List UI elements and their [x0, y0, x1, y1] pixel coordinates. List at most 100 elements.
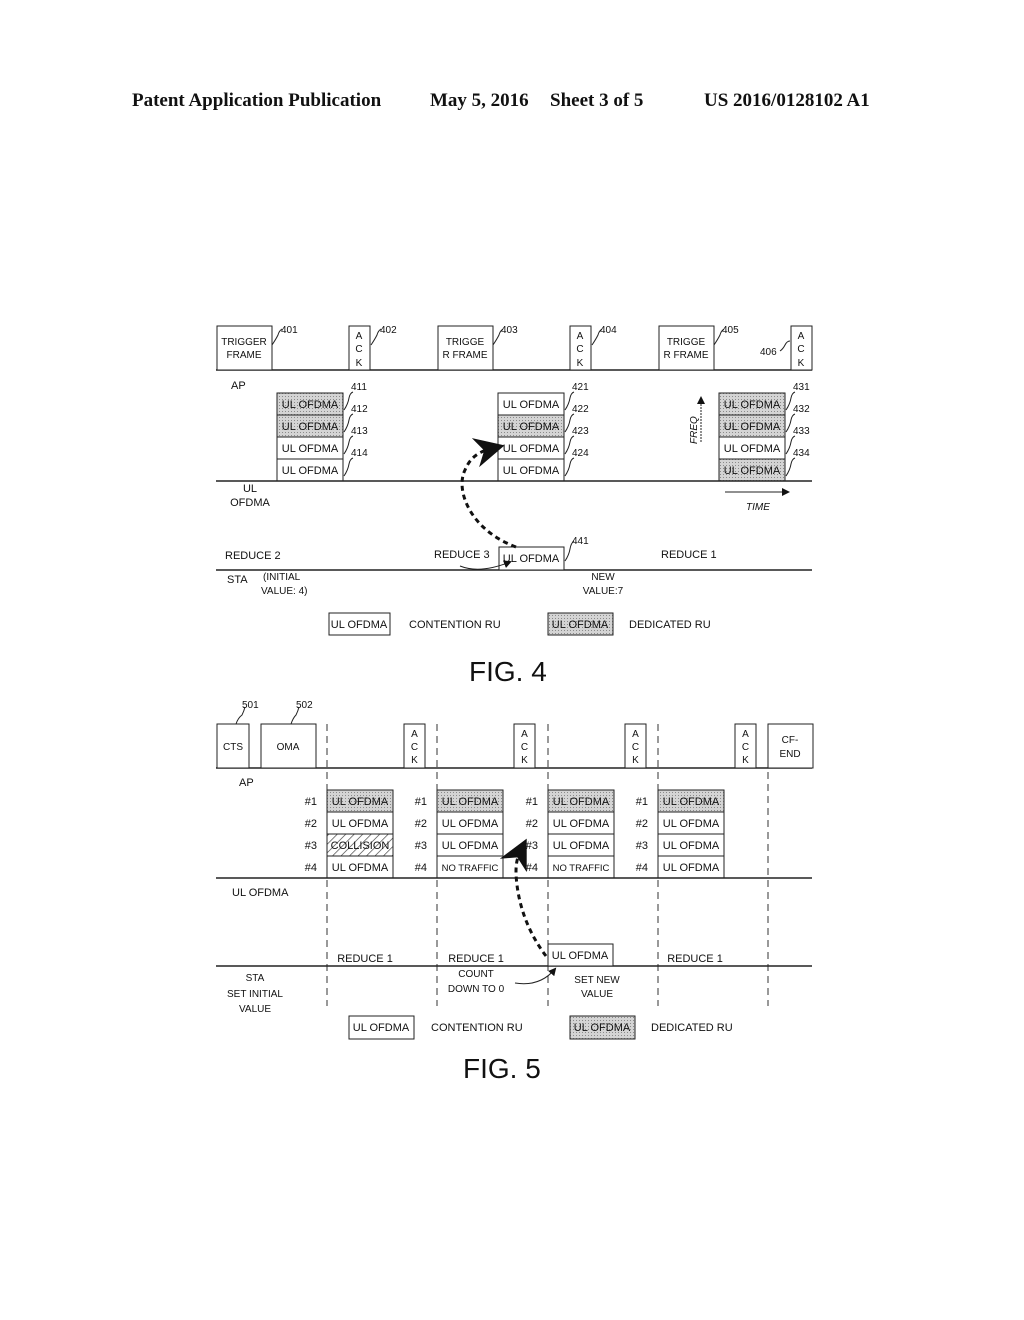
ref-number: 413 — [351, 426, 368, 437]
reduce-1-label: REDUCE 1 — [661, 549, 717, 561]
ref-number: 502 — [296, 700, 313, 711]
ref-number: 402 — [380, 325, 397, 336]
ru-label: UL OFDMA — [503, 465, 560, 477]
ru-index: #4 — [526, 862, 538, 874]
ru-label: UL OFDMA — [442, 796, 499, 808]
legend-swatch-label: UL OFDMA — [331, 619, 388, 631]
leader-line — [564, 457, 575, 477]
sta-label: STA — [227, 574, 248, 586]
ul-label: UL OFDMA — [232, 887, 289, 899]
ru-index: #2 — [636, 818, 648, 830]
ru-index: #1 — [636, 796, 648, 808]
ru-label: UL OFDMA — [332, 818, 389, 830]
ru-stack: UL OFDMA 431 UL OFDMA 432 UL OFDMA 433 UL OFDM… — [718, 382, 810, 482]
time-label: TIME — [746, 502, 770, 513]
ap-label: AP — [239, 777, 254, 789]
frame-label: OMA — [277, 742, 300, 753]
frame-label: CTS — [223, 742, 243, 753]
ru-index: #2 — [305, 818, 317, 830]
ru-label: UL OFDMA — [663, 840, 720, 852]
ack-letter: A — [521, 729, 528, 740]
ru-index: #1 — [305, 796, 317, 808]
set-new-value-label: SET NEW — [574, 975, 620, 986]
ru-label: UL OFDMA — [282, 399, 339, 411]
ru-index: #4 — [415, 862, 427, 874]
frame-label: TRIGGER — [221, 337, 267, 348]
ack-letter: K — [521, 755, 528, 766]
ru-label: UL OFDMA — [663, 862, 720, 874]
ru-stack: UL OFDMA 421 UL OFDMA 422 UL OFDMA 423 UL OFDM… — [497, 382, 589, 482]
ap-label: AP — [231, 380, 246, 392]
ref-number: 405 — [722, 325, 739, 336]
initial-value-label: (INITIAL — [263, 572, 301, 583]
ru-index: #3 — [526, 840, 538, 852]
ru-label: UL OFDMA — [663, 818, 720, 830]
ack-letter: C — [797, 344, 804, 355]
cts-frame-501: CTS 501 — [216, 700, 259, 769]
legend-dedicated-label: DEDICATED RU — [629, 619, 711, 631]
sta-label: STA — [246, 973, 265, 984]
ru-label: UL OFDMA — [503, 421, 560, 433]
ru-label: UL OFDMA — [724, 421, 781, 433]
ack-frames: ACKACKACKACK — [403, 723, 757, 769]
ack-letter: A — [411, 729, 418, 740]
leader-line — [343, 457, 354, 477]
ack-letter: A — [577, 331, 584, 342]
trigger-frame-401: TRIGGER FRAME 401 — [216, 325, 298, 371]
frame-label: R FRAME — [443, 350, 488, 361]
ref-number: 403 — [501, 325, 518, 336]
frame-label: TRIGGE — [667, 337, 706, 348]
set-new-value-label: VALUE — [581, 989, 613, 1000]
ru-label: UL OFDMA — [503, 399, 560, 411]
ul-label: OFDMA — [230, 497, 270, 509]
count-down-label: DOWN TO 0 — [448, 984, 505, 995]
initial-value-label: VALUE: 4) — [261, 586, 308, 597]
ref-number: 414 — [351, 448, 368, 459]
ru-label: UL OFDMA — [503, 443, 560, 455]
legend-dedicated-label: DEDICATED RU — [651, 1022, 733, 1034]
ack-letter: A — [632, 729, 639, 740]
ru-label: UL OFDMA — [663, 796, 720, 808]
fig4-ru-groups: UL OFDMA 411 UL OFDMA 412 UL OFDMA 413 UL OFDM… — [276, 382, 810, 482]
ack-frame-404: A C K 404 — [569, 325, 617, 371]
legend-swatch-label: UL OFDMA — [574, 1022, 631, 1034]
ru-label: UL OFDMA — [553, 840, 610, 852]
ack-letter: K — [632, 755, 639, 766]
ack-letter: K — [411, 755, 418, 766]
ru-index: #1 — [526, 796, 538, 808]
frame-label: R FRAME — [664, 350, 709, 361]
ref-number: 432 — [793, 404, 810, 415]
count-down-arrow — [514, 967, 557, 985]
ru-label: UL OFDMA — [724, 465, 781, 477]
ack-letter: C — [521, 742, 528, 753]
ack-letter: K — [798, 358, 805, 369]
new-value-label: NEW — [591, 572, 615, 583]
ack-letter: C — [355, 344, 362, 355]
ru-index: #1 — [415, 796, 427, 808]
ack-letter: K — [356, 358, 363, 369]
frame-label: END — [779, 749, 800, 760]
ru-index: #3 — [636, 840, 648, 852]
ru-label: UL OFDMA — [552, 950, 609, 962]
count-down-label: COUNT — [458, 969, 494, 980]
legend-swatch-label: UL OFDMA — [353, 1022, 410, 1034]
freq-label: FREQ — [689, 416, 700, 444]
ack-letter: C — [576, 344, 583, 355]
ref-number: 434 — [793, 448, 810, 459]
ack-letter: C — [411, 742, 418, 753]
oma-frame-502: OMA 502 — [260, 700, 317, 769]
ref-number: 421 — [572, 382, 589, 393]
sta-ru: UL OFDMA — [547, 943, 614, 967]
legend-swatch-label: UL OFDMA — [552, 619, 609, 631]
new-value-label: VALUE:7 — [583, 586, 624, 597]
ul-label: UL — [243, 483, 257, 495]
ru-label: UL OFDMA — [724, 443, 781, 455]
fig5: CTS 501 OMA 502 ACKACKACKACK CF- END AP … — [216, 700, 814, 1040]
ack-letter: K — [742, 755, 749, 766]
ru-label: UL OFDMA — [724, 399, 781, 411]
frame-label: CF- — [782, 735, 799, 746]
ru-stack: #1 UL OFDMA #2 UL OFDMA #3 UL OFDMA #4 NO TRAFF… — [415, 789, 504, 879]
reduce-1-label: REDUCE 1 — [448, 953, 504, 965]
ref-number: 412 — [351, 404, 368, 415]
ru-stack: UL OFDMA 411 UL OFDMA 412 UL OFDMA 413 UL OFDM… — [276, 382, 368, 482]
